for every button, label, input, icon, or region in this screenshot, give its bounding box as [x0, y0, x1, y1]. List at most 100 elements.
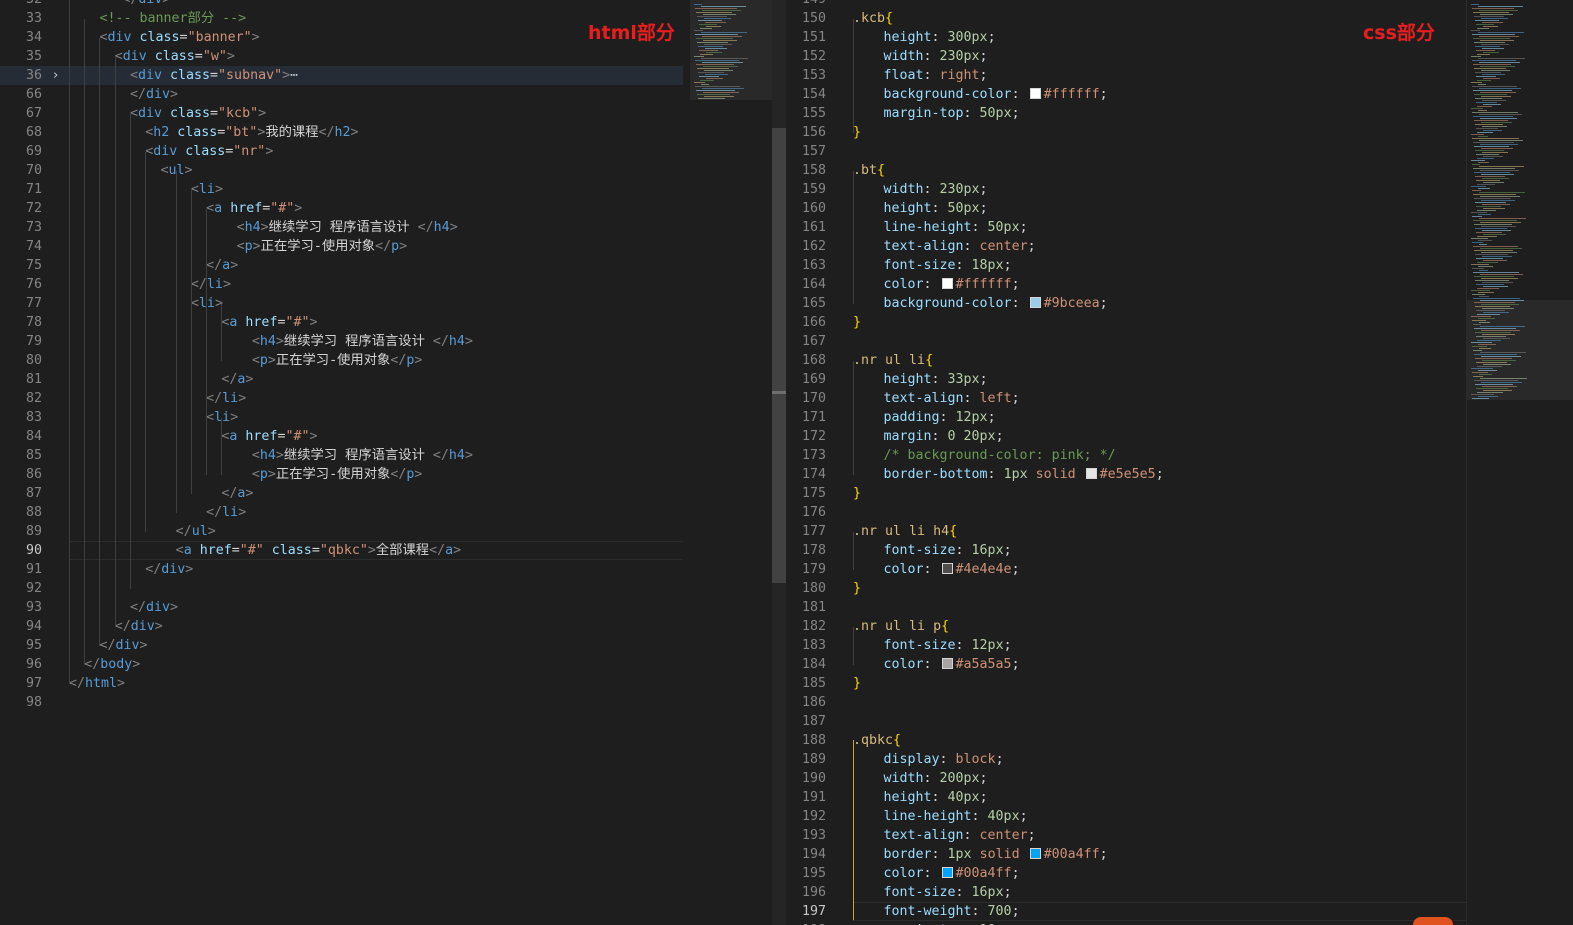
code-line[interactable]: 175} — [786, 484, 1466, 503]
code-line[interactable]: 36 › <div class="subnav">⋯ — [0, 66, 683, 85]
code-line[interactable]: 176 — [786, 503, 1466, 522]
code-line[interactable]: 91 </div> — [0, 560, 683, 579]
code-text[interactable]: color: #ffffff; — [853, 275, 1019, 294]
code-line[interactable]: 193 text-align: center; — [786, 826, 1466, 845]
code-line[interactable]: 68 <h2 class="bt">我的课程</h2> — [0, 123, 683, 142]
code-line[interactable]: 33 <!-- banner部分 --> — [0, 9, 683, 28]
code-text[interactable]: margin: 0 20px; — [853, 427, 1003, 446]
code-line[interactable]: 191 height: 40px; — [786, 788, 1466, 807]
code-line[interactable]: 177 .nr ul li h4{ — [786, 522, 1466, 541]
color-swatch-icon[interactable] — [941, 867, 953, 878]
code-line[interactable]: 95 </div> — [0, 636, 683, 655]
css-code-area[interactable]: 149150.kcb{151height: 300px;152width: 23… — [786, 0, 1466, 925]
code-line[interactable]: 169 height: 33px; — [786, 370, 1466, 389]
code-text[interactable]: border-bottom: 1px solid #e5e5e5; — [853, 465, 1163, 484]
code-text[interactable]: </div> — [69, 560, 193, 579]
code-line[interactable]: 89 </ul> — [0, 522, 683, 541]
code-text[interactable]: font-size: 12px; — [853, 636, 1011, 655]
code-line[interactable]: 198 margin-top: 10px; — [786, 921, 1466, 925]
code-line[interactable]: 155 margin-top: 50px; — [786, 104, 1466, 123]
editor-split-scrollbar[interactable] — [772, 0, 786, 925]
code-text[interactable]: border: 1px solid #00a4ff; — [853, 845, 1107, 864]
code-text[interactable]: <div class="w"> — [69, 47, 235, 66]
code-text[interactable]: } — [853, 313, 861, 332]
code-line[interactable]: 190 width: 200px; — [786, 769, 1466, 788]
code-text[interactable]: line-height: 40px; — [853, 807, 1027, 826]
code-text[interactable]: <!-- banner部分 --> — [69, 9, 246, 28]
code-line[interactable]: 184 color: #a5a5a5; — [786, 655, 1466, 674]
code-text[interactable]: <a href="#"> — [69, 199, 302, 218]
code-line[interactable]: 196 font-size: 16px; — [786, 883, 1466, 902]
code-text[interactable]: padding: 12px; — [853, 408, 995, 427]
code-text[interactable]: background-color: #ffffff; — [853, 85, 1107, 104]
code-text[interactable]: width: 230px; — [853, 180, 987, 199]
color-swatch-icon[interactable] — [1029, 297, 1041, 308]
html-editor-pane[interactable]: 32</div>33<!-- banner部分 -->34<div class=… — [0, 0, 772, 925]
code-line[interactable]: 173 /* background-color: pink; */ — [786, 446, 1466, 465]
code-text[interactable]: <a href="#"> — [69, 427, 317, 446]
code-text[interactable]: </div> — [69, 598, 178, 617]
html-code-area[interactable]: 32</div>33<!-- banner部分 -->34<div class=… — [0, 0, 683, 712]
code-text[interactable]: <p>正在学习-使用对象</p> — [69, 237, 407, 256]
code-line[interactable]: 78 <a href="#"> — [0, 313, 683, 332]
color-swatch-icon[interactable] — [1029, 848, 1041, 859]
code-line[interactable]: 154 background-color: #ffffff; — [786, 85, 1466, 104]
code-line[interactable]: 162 text-align: center; — [786, 237, 1466, 256]
code-line[interactable]: 83 <li> — [0, 408, 683, 427]
code-line[interactable]: 152 width: 230px; — [786, 47, 1466, 66]
code-text[interactable]: <p>正在学习-使用对象</p> — [69, 465, 422, 484]
code-line[interactable]: 76 </li> — [0, 275, 683, 294]
scrollbar-thumb[interactable] — [772, 128, 786, 583]
code-line[interactable]: 90 <a href="#" class="qbkc">全部课程</a> — [0, 541, 683, 560]
code-text[interactable]: font-size: 16px; — [853, 883, 1011, 902]
code-text[interactable]: <div class="banner"> — [69, 28, 259, 47]
code-line[interactable]: 170 text-align: left; — [786, 389, 1466, 408]
code-line[interactable]: 66 </div> — [0, 85, 683, 104]
code-line[interactable]: 84 <a href="#"> — [0, 427, 683, 446]
code-line[interactable]: 153 float: right; — [786, 66, 1466, 85]
code-text[interactable]: </div> — [69, 617, 163, 636]
code-line[interactable]: 195 color: #00a4ff; — [786, 864, 1466, 883]
code-line[interactable]: 168 .nr ul li{ — [786, 351, 1466, 370]
code-line[interactable]: 164 color: #ffffff; — [786, 275, 1466, 294]
code-text[interactable]: height: 33px; — [853, 370, 987, 389]
code-text[interactable]: </a> — [69, 484, 253, 503]
code-text[interactable]: <p>正在学习-使用对象</p> — [69, 351, 422, 370]
code-line[interactable]: 79 <h4>继续学习 程序语言设计 </h4> — [0, 332, 683, 351]
code-text[interactable]: /* background-color: pink; */ — [853, 446, 1115, 465]
code-line[interactable]: 67 <div class="kcb"> — [0, 104, 683, 123]
code-text[interactable]: </div> — [69, 636, 147, 655]
code-text[interactable]: </li> — [69, 389, 246, 408]
code-line[interactable]: 160 height: 50px; — [786, 199, 1466, 218]
code-text[interactable]: </html> — [69, 674, 125, 693]
code-text[interactable]: </a> — [69, 256, 238, 275]
code-line[interactable]: 93 </div> — [0, 598, 683, 617]
code-line[interactable]: 192 line-height: 40px; — [786, 807, 1466, 826]
code-line[interactable]: 157 — [786, 142, 1466, 161]
code-line[interactable]: 189 display: block; — [786, 750, 1466, 769]
code-line[interactable]: 197 font-weight: 700; — [786, 902, 1466, 921]
code-line[interactable]: 183 font-size: 12px; — [786, 636, 1466, 655]
code-text[interactable]: font-size: 18px; — [853, 256, 1011, 275]
code-text[interactable]: </li> — [69, 503, 246, 522]
code-text[interactable]: color: #a5a5a5; — [853, 655, 1019, 674]
code-text[interactable]: } — [853, 484, 861, 503]
code-text[interactable]: text-align: center; — [853, 826, 1035, 845]
html-minimap[interactable] — [690, 0, 772, 925]
minimap-viewport[interactable] — [1467, 300, 1573, 400]
code-line[interactable]: 180} — [786, 579, 1466, 598]
code-line[interactable]: 172 margin: 0 20px; — [786, 427, 1466, 446]
code-line[interactable]: 74 <p>正在学习-使用对象</p> — [0, 237, 683, 256]
code-line[interactable]: 178 font-size: 16px; — [786, 541, 1466, 560]
code-line[interactable]: 34 <div class="banner"> — [0, 28, 683, 47]
code-line[interactable]: 98 — [0, 693, 683, 712]
code-line[interactable]: 158 .bt{ — [786, 161, 1466, 180]
code-text[interactable]: .bt{ — [853, 161, 885, 180]
code-line[interactable]: 194 border: 1px solid #00a4ff; — [786, 845, 1466, 864]
code-text[interactable]: </ul> — [69, 522, 216, 541]
code-line[interactable]: 167 — [786, 332, 1466, 351]
color-swatch-icon[interactable] — [941, 563, 953, 574]
code-text[interactable]: .qbkc{ — [853, 731, 901, 750]
code-line[interactable]: 182 .nr ul li p{ — [786, 617, 1466, 636]
code-line[interactable]: 174 border-bottom: 1px solid #e5e5e5; — [786, 465, 1466, 484]
